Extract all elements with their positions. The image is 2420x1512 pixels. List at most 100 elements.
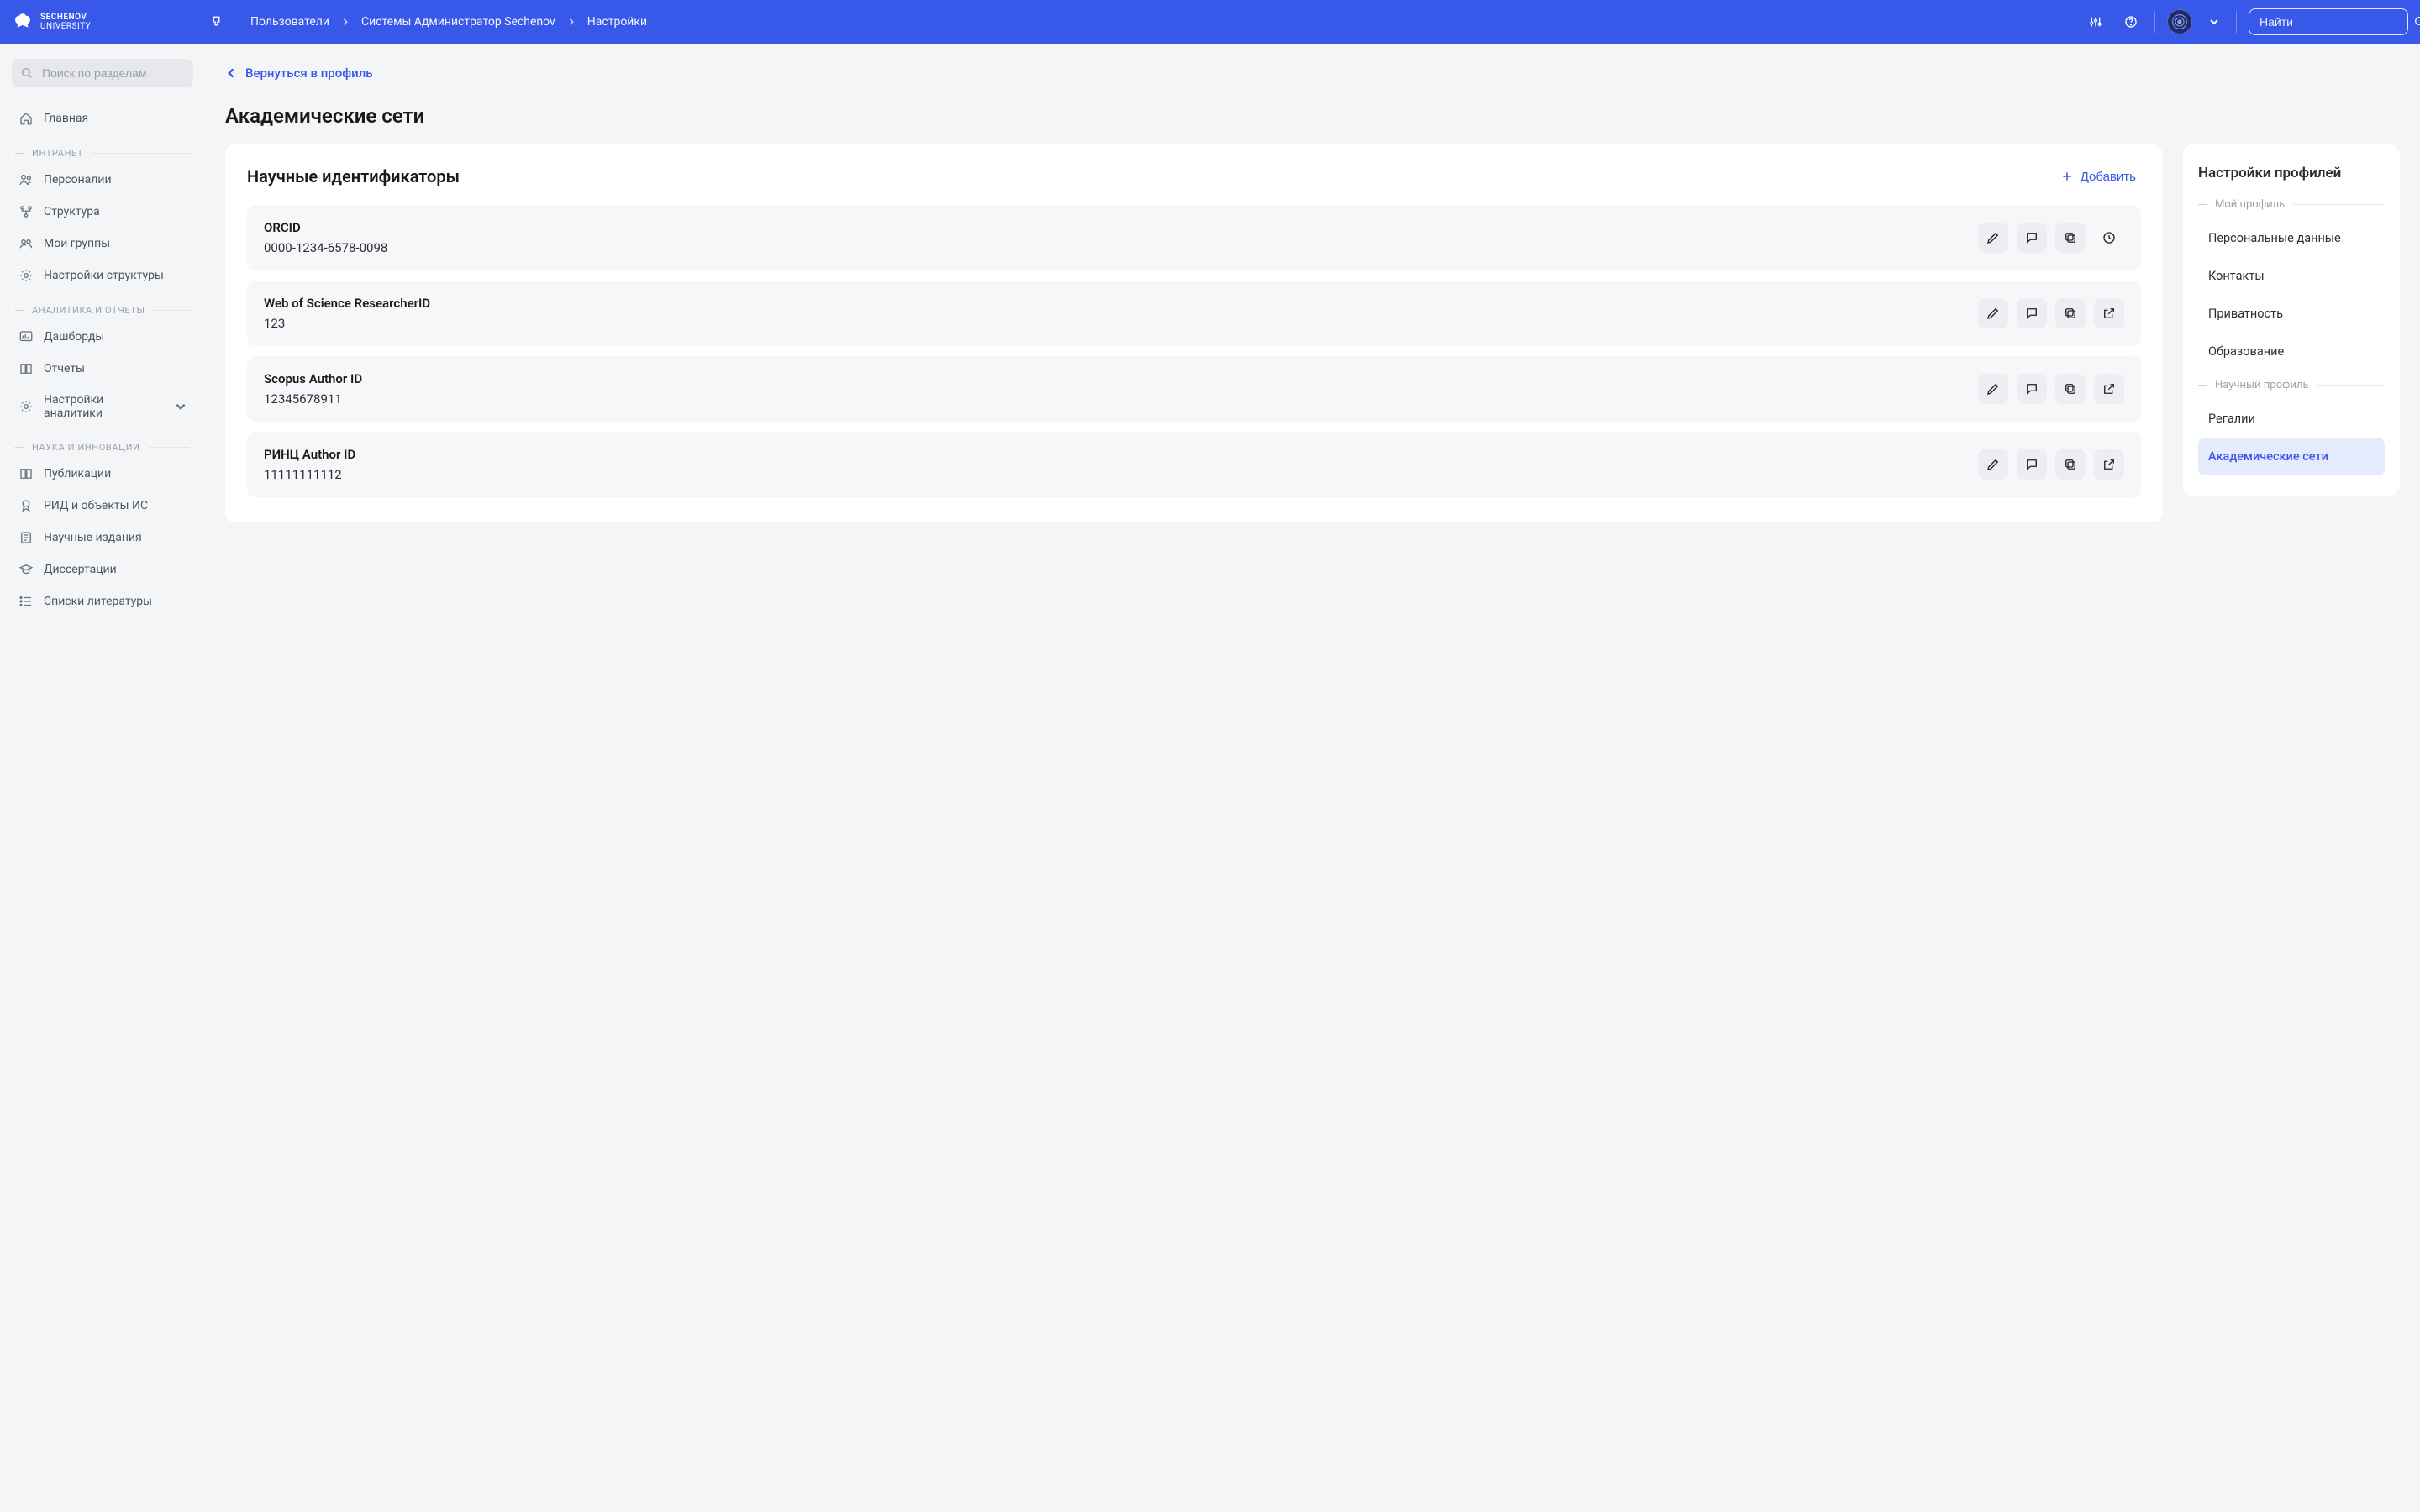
sidebar-search[interactable]	[12, 59, 193, 87]
tree-icon	[18, 204, 34, 219]
sidebar-item-label: Публикации	[44, 467, 111, 480]
chevron-right-icon	[567, 18, 576, 26]
identifier-value: 0000-1234-6578-0098	[264, 240, 1966, 255]
edit-button[interactable]	[1978, 374, 2008, 404]
identifier-value: 12345678911	[264, 391, 1966, 407]
breadcrumb-item[interactable]: Настройки	[587, 15, 647, 29]
edit-button[interactable]	[1978, 449, 2008, 480]
sidebar-item[interactable]: Структура	[12, 196, 193, 228]
book-icon	[18, 361, 34, 376]
identifier-row: Scopus Author ID 12345678911	[247, 356, 2141, 422]
gear-icon	[18, 399, 34, 414]
identifier-value: 123	[264, 316, 1966, 331]
chevron-down-icon	[175, 401, 187, 412]
divider	[2154, 11, 2155, 33]
comment-button[interactable]	[2017, 298, 2047, 328]
edit-button[interactable]	[1978, 298, 2008, 328]
page-title: Академические сети	[225, 104, 2400, 128]
sidebar-item[interactable]: Дашборды	[12, 321, 193, 353]
add-identifier-button[interactable]: Добавить	[2055, 169, 2141, 185]
sidebar-item-label: Дашборды	[44, 330, 104, 344]
journal-icon	[18, 530, 34, 545]
sidebar-item[interactable]: Главная	[12, 102, 193, 134]
external-link-button[interactable]	[2094, 298, 2124, 328]
sidebar-item[interactable]: Мои группы	[12, 228, 193, 260]
identifier-row: Web of Science ResearcherID 123	[247, 281, 2141, 346]
sidebar-section-header: АНАЛИТИКА И ОТЧЕТЫ	[12, 305, 193, 316]
sidebar-item[interactable]: Настройки структуры	[12, 260, 193, 291]
sidebar-item[interactable]: Научные издания	[12, 522, 193, 554]
comment-button[interactable]	[2017, 449, 2047, 480]
identifier-row: РИНЦ Author ID 11111111112	[247, 432, 2141, 497]
logo[interactable]: SECHENOV UNIVERSITY	[12, 11, 205, 33]
settings-item[interactable]: Контакты	[2198, 257, 2385, 295]
sidebar-item-label: Списки литературы	[44, 595, 152, 608]
sidebar-item[interactable]: Списки литературы	[12, 585, 193, 617]
settings-item[interactable]: Приватность	[2198, 295, 2385, 333]
history-button[interactable]	[2094, 223, 2124, 253]
identifier-label: ORCID	[264, 220, 1966, 235]
unpin-sidebar-button[interactable]	[205, 10, 229, 34]
comment-button[interactable]	[2017, 223, 2047, 253]
search-icon	[20, 66, 34, 80]
sidebar-item[interactable]: Настройки аналитики	[12, 385, 193, 428]
sidebar-item-label: Отчеты	[44, 362, 85, 375]
sidebar-item-label: Мои группы	[44, 237, 110, 250]
comment-button[interactable]	[2017, 374, 2047, 404]
topbar: SECHENOV UNIVERSITY Пользователи Системы…	[0, 0, 2420, 44]
settings-item[interactable]: Образование	[2198, 333, 2385, 370]
sidebar-search-input[interactable]	[40, 66, 196, 81]
identifiers-card-title: Научные идентификаторы	[247, 166, 460, 186]
identifier-label: РИНЦ Author ID	[264, 447, 1966, 462]
sidebar-section-title: ИНТРАНЕТ	[32, 148, 83, 159]
sidebar-item[interactable]: Публикации	[12, 458, 193, 490]
edit-button[interactable]	[1978, 223, 2008, 253]
external-link-button[interactable]	[2094, 449, 2124, 480]
help-button[interactable]	[2119, 10, 2143, 34]
sidebar-item-label: Настройки аналитики	[44, 393, 165, 420]
copy-button[interactable]	[2055, 298, 2086, 328]
breadcrumb-item[interactable]: Пользователи	[250, 15, 329, 29]
external-link-button[interactable]	[2094, 374, 2124, 404]
identifier-value: 11111111112	[264, 467, 1966, 482]
dashboard-icon	[18, 329, 34, 344]
groups-icon	[18, 236, 34, 251]
logo-icon	[12, 11, 34, 33]
sidebar-item[interactable]: Персоналии	[12, 164, 193, 196]
sidebar-section-title: НАУКА И ИННОВАЦИИ	[32, 442, 140, 453]
divider	[2236, 11, 2237, 33]
breadcrumb: Пользователи Системы Администратор Seche…	[250, 15, 647, 29]
sidebar-item[interactable]: РИД и объекты ИС	[12, 490, 193, 522]
breadcrumb-item[interactable]: Системы Администратор Sechenov	[361, 15, 555, 29]
copy-button[interactable]	[2055, 449, 2086, 480]
global-search-input[interactable]	[2258, 14, 2413, 29]
sidebar-item-label: Персоналии	[44, 173, 112, 186]
main: Вернуться в профиль Академические сети Н…	[205, 0, 2420, 543]
sidebar-item[interactable]: Диссертации	[12, 554, 193, 585]
settings-item[interactable]: Персональные данные	[2198, 219, 2385, 257]
global-search[interactable]	[2249, 8, 2408, 35]
copy-button[interactable]	[2055, 223, 2086, 253]
chevron-left-icon	[225, 67, 237, 79]
user-menu-toggle[interactable]	[2204, 10, 2224, 34]
home-icon	[18, 111, 34, 126]
settings-item[interactable]: Академические сети	[2198, 438, 2385, 475]
settings-panel: Настройки профилей Мой профильПерсональн…	[2183, 144, 2400, 496]
settings-section-header: Мой профиль	[2198, 198, 2385, 211]
add-button-label: Добавить	[2081, 170, 2136, 184]
sliders-button[interactable]	[2084, 10, 2107, 34]
identifier-row: ORCID 0000-1234-6578-0098	[247, 205, 2141, 270]
cap-icon	[18, 562, 34, 577]
back-to-profile-link[interactable]: Вернуться в профиль	[225, 66, 373, 81]
users-icon	[18, 172, 34, 187]
avatar[interactable]	[2167, 9, 2192, 34]
settings-section-title: Мой профиль	[2215, 198, 2285, 211]
settings-item[interactable]: Регалии	[2198, 400, 2385, 438]
settings-section-header: Научный профиль	[2198, 379, 2385, 391]
sidebar-item-label: РИД и объекты ИС	[44, 499, 148, 512]
copy-button[interactable]	[2055, 374, 2086, 404]
sidebar-item-label: Настройки структуры	[44, 269, 164, 282]
sidebar-section-header: ИНТРАНЕТ	[12, 148, 193, 159]
sidebar-item-label: Структура	[44, 205, 100, 218]
sidebar-item[interactable]: Отчеты	[12, 353, 193, 385]
